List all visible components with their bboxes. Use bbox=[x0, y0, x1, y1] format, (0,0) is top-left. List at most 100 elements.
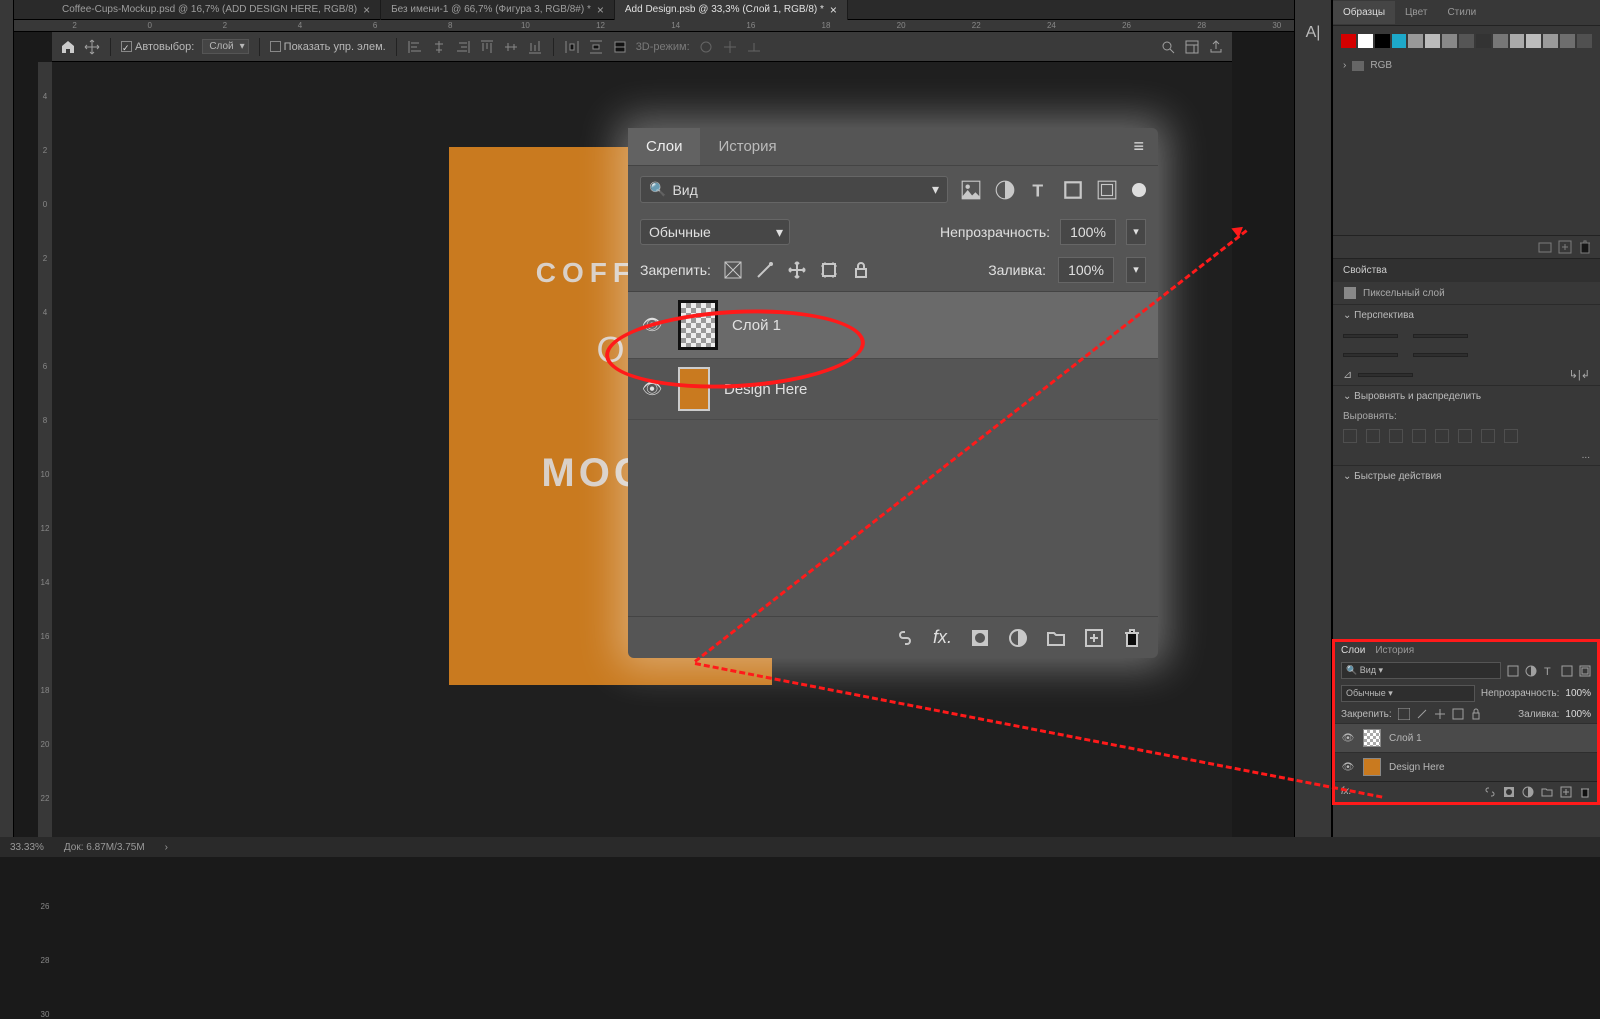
align-r-icon[interactable] bbox=[1389, 429, 1403, 443]
swatch[interactable] bbox=[1526, 34, 1541, 48]
lock-artboard-icon[interactable] bbox=[819, 260, 839, 280]
adjustment-icon[interactable] bbox=[1008, 628, 1028, 648]
group-icon[interactable] bbox=[1046, 628, 1066, 648]
swatch[interactable] bbox=[1577, 34, 1592, 48]
lock-all-icon[interactable] bbox=[1470, 708, 1482, 720]
adjustment-icon[interactable] bbox=[1522, 786, 1534, 798]
fx-icon[interactable]: fx. bbox=[933, 627, 952, 648]
align-middle-icon[interactable] bbox=[503, 39, 519, 55]
filter-shape-icon[interactable] bbox=[1062, 179, 1084, 201]
align-center-h-icon[interactable] bbox=[431, 39, 447, 55]
lock-move-icon[interactable] bbox=[1434, 708, 1446, 720]
swatch[interactable] bbox=[1543, 34, 1558, 48]
filter-type-icon[interactable]: T bbox=[1543, 665, 1555, 677]
align-l-icon[interactable] bbox=[1343, 429, 1357, 443]
collapsed-panel-strip[interactable]: A| bbox=[1294, 0, 1332, 857]
swatch[interactable] bbox=[1392, 34, 1407, 48]
new-layer-icon[interactable] bbox=[1084, 628, 1104, 648]
lock-pixels-icon[interactable] bbox=[1398, 708, 1410, 720]
swatch[interactable] bbox=[1408, 34, 1423, 48]
lock-pixels-icon[interactable] bbox=[723, 260, 743, 280]
lock-artboard-icon[interactable] bbox=[1452, 708, 1464, 720]
align-right-icon[interactable] bbox=[455, 39, 471, 55]
delete-swatch-icon[interactable] bbox=[1578, 240, 1592, 254]
swatch[interactable] bbox=[1560, 34, 1575, 48]
close-tab-icon[interactable]: × bbox=[363, 3, 370, 17]
lock-move-icon[interactable] bbox=[787, 260, 807, 280]
zoom-level[interactable]: 33.33% bbox=[10, 842, 44, 853]
distribute-spacing-icon[interactable] bbox=[612, 39, 628, 55]
close-tab-icon[interactable]: × bbox=[830, 3, 837, 17]
layer-thumbnail[interactable] bbox=[1363, 729, 1381, 747]
properties-quick-actions[interactable]: Быстрые действия bbox=[1333, 465, 1600, 487]
swatch[interactable] bbox=[1358, 34, 1373, 48]
delete-layer-icon[interactable] bbox=[1579, 786, 1591, 798]
filter-smart-icon[interactable] bbox=[1579, 665, 1591, 677]
filter-adjust-icon[interactable] bbox=[1525, 665, 1537, 677]
new-layer-icon[interactable] bbox=[1560, 786, 1572, 798]
visibility-icon[interactable]: 👁 bbox=[640, 315, 664, 335]
popout-tab-layers[interactable]: Слои bbox=[628, 128, 700, 165]
lock-all-icon[interactable] bbox=[851, 260, 871, 280]
panel-tab[interactable]: Цвет bbox=[1395, 1, 1437, 24]
popout-layer-search[interactable]: 🔍 Вид bbox=[640, 176, 948, 203]
align-left-icon[interactable] bbox=[407, 39, 423, 55]
swatch[interactable] bbox=[1493, 34, 1508, 48]
popout-tab-history[interactable]: История bbox=[700, 128, 794, 165]
document-tab[interactable]: Coffee-Cups-Mockup.psd @ 16,7% (ADD DESI… bbox=[52, 0, 381, 20]
filter-adjust-icon[interactable] bbox=[994, 179, 1016, 201]
swatch[interactable] bbox=[1375, 34, 1390, 48]
popout-menu-icon[interactable]: ≡ bbox=[1119, 136, 1158, 157]
popout-opacity-dropdown[interactable]: ▾ bbox=[1126, 219, 1146, 245]
panel-tab[interactable]: Образцы bbox=[1333, 1, 1395, 24]
mask-icon[interactable] bbox=[1503, 786, 1515, 798]
align-bottom-icon[interactable] bbox=[527, 39, 543, 55]
dist-v-icon[interactable] bbox=[1504, 429, 1518, 443]
lock-paint-icon[interactable] bbox=[755, 260, 775, 280]
3d-pan-icon[interactable] bbox=[722, 39, 738, 55]
align-t-icon[interactable] bbox=[1412, 429, 1426, 443]
swatch[interactable] bbox=[1341, 34, 1356, 48]
popout-opacity-value[interactable]: 100% bbox=[1060, 219, 1116, 245]
3d-slide-icon[interactable] bbox=[746, 39, 762, 55]
lock-paint-icon[interactable] bbox=[1416, 708, 1428, 720]
distribute-v-icon[interactable] bbox=[588, 39, 604, 55]
filter-image-icon[interactable] bbox=[1507, 665, 1519, 677]
mini-layer-row[interactable]: 👁Слой 1 bbox=[1335, 723, 1597, 752]
popout-layer-row[interactable]: 👁Design Here bbox=[628, 359, 1158, 420]
share-icon[interactable] bbox=[1208, 39, 1224, 55]
search-icon[interactable] bbox=[1160, 39, 1176, 55]
swatch[interactable] bbox=[1476, 34, 1491, 48]
filter-shape-icon[interactable] bbox=[1561, 665, 1573, 677]
document-tab[interactable]: Без имени-1 @ 66,7% (Фигура 3, RGB/8#) *… bbox=[381, 0, 615, 20]
layers-panel-popout[interactable]: Слои История ≡ 🔍 Вид T Обычные Непрозрач… bbox=[628, 128, 1158, 658]
swatch[interactable] bbox=[1510, 34, 1525, 48]
mini-layer-search[interactable]: 🔍 Вид ▾ bbox=[1341, 662, 1501, 679]
new-group-icon[interactable] bbox=[1538, 240, 1552, 254]
mask-icon[interactable] bbox=[970, 628, 990, 648]
mini-tab-history[interactable]: История bbox=[1375, 645, 1414, 656]
layer-thumbnail[interactable] bbox=[678, 367, 710, 411]
close-tab-icon[interactable]: × bbox=[597, 3, 604, 17]
mini-fill-value[interactable]: 100% bbox=[1565, 709, 1591, 720]
filter-type-icon[interactable]: T bbox=[1028, 179, 1050, 201]
filter-image-icon[interactable] bbox=[960, 179, 982, 201]
group-icon[interactable] bbox=[1541, 786, 1553, 798]
workspace-icon[interactable] bbox=[1184, 39, 1200, 55]
3d-orbit-icon[interactable] bbox=[698, 39, 714, 55]
show-controls-checkbox[interactable]: Показать упр. элем. bbox=[270, 41, 386, 53]
distribute-h-icon[interactable] bbox=[564, 39, 580, 55]
align-cv-icon[interactable] bbox=[1435, 429, 1449, 443]
dist-h-icon[interactable] bbox=[1481, 429, 1495, 443]
swatch-group-rgb[interactable]: RGB bbox=[1333, 56, 1600, 75]
mini-tab-layers[interactable]: Слои bbox=[1341, 645, 1365, 656]
link-icon[interactable] bbox=[895, 628, 915, 648]
mini-layer-row[interactable]: 👁Design Here bbox=[1335, 752, 1597, 781]
layer-thumbnail[interactable] bbox=[678, 300, 718, 350]
popout-fill-value[interactable]: 100% bbox=[1058, 257, 1114, 283]
layer-thumbnail[interactable] bbox=[1363, 758, 1381, 776]
popout-fill-dropdown[interactable]: ▾ bbox=[1126, 257, 1146, 283]
status-chevron[interactable]: › bbox=[165, 842, 168, 853]
swatch[interactable] bbox=[1425, 34, 1440, 48]
align-more[interactable]: ... bbox=[1333, 446, 1600, 465]
